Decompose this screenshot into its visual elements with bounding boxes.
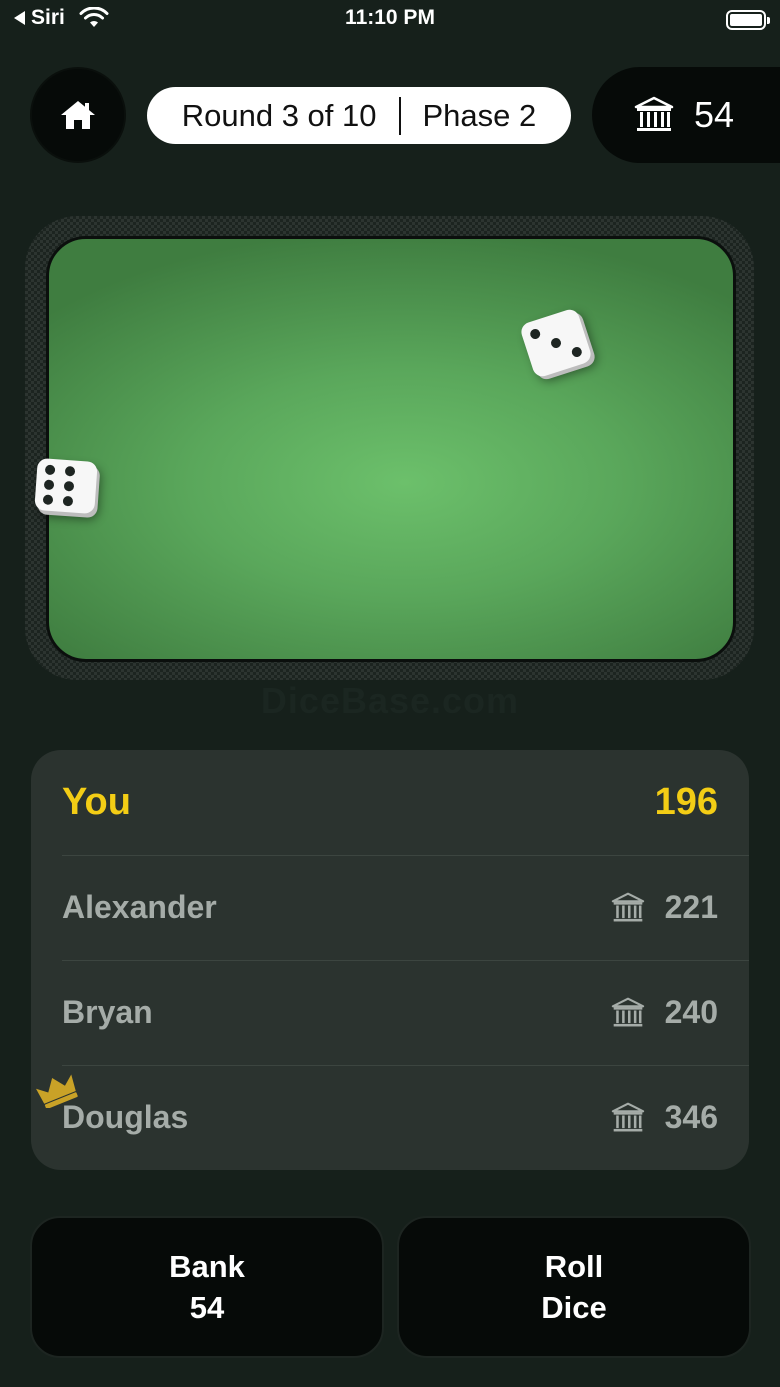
die-six: [34, 457, 98, 515]
watermark: DiceBase.com: [260, 680, 520, 721]
status-bar: Siri 11:10 PM: [0, 0, 780, 44]
bank-button[interactable]: Bank 54: [30, 1216, 384, 1358]
dice-table-felt: [46, 236, 736, 662]
bank-total-display: 54: [592, 67, 780, 163]
player-row-douglas: Douglas 346: [31, 1065, 749, 1170]
bank-icon: [611, 892, 644, 921]
player-score: 240: [664, 994, 718, 1030]
round-phase-indicator: Round 3 of 10 Phase 2: [147, 87, 571, 144]
player-row-alexander: Alexander 221: [31, 855, 749, 960]
home-button[interactable]: [30, 67, 126, 163]
round-label: Round 3 of 10: [181, 97, 377, 133]
roll-dice-button[interactable]: Roll Dice: [397, 1216, 751, 1358]
player-name: You: [62, 781, 131, 823]
bank-button-label: Bank: [169, 1249, 245, 1284]
phase-label: Phase 2: [422, 97, 537, 133]
player-name: Douglas: [62, 1099, 189, 1135]
bank-total-value: 54: [694, 94, 735, 135]
player-name: Bryan: [62, 994, 153, 1030]
player-score: 346: [664, 1099, 718, 1135]
player-score: 221: [664, 889, 718, 925]
battery-icon: [726, 10, 770, 30]
player-row-you: You 196: [31, 750, 749, 855]
home-icon: [61, 101, 95, 129]
roll-button-line1: Roll: [544, 1249, 604, 1284]
roll-button-line2: Dice: [541, 1290, 607, 1325]
bank-icon: [634, 96, 674, 131]
crown-icon: [36, 1074, 78, 1108]
bank-button-value: 54: [189, 1290, 225, 1325]
player-score: 196: [654, 781, 718, 823]
player-row-bryan: Bryan 240: [31, 960, 749, 1065]
scoreboard: You 196 Alexander 221 Bryan 240 Douglas …: [31, 750, 749, 1170]
bank-icon: [611, 1102, 644, 1131]
player-name: Alexander: [62, 889, 217, 925]
bank-icon: [611, 997, 644, 1026]
status-time: 11:10 PM: [345, 6, 435, 29]
divider: [398, 96, 401, 135]
